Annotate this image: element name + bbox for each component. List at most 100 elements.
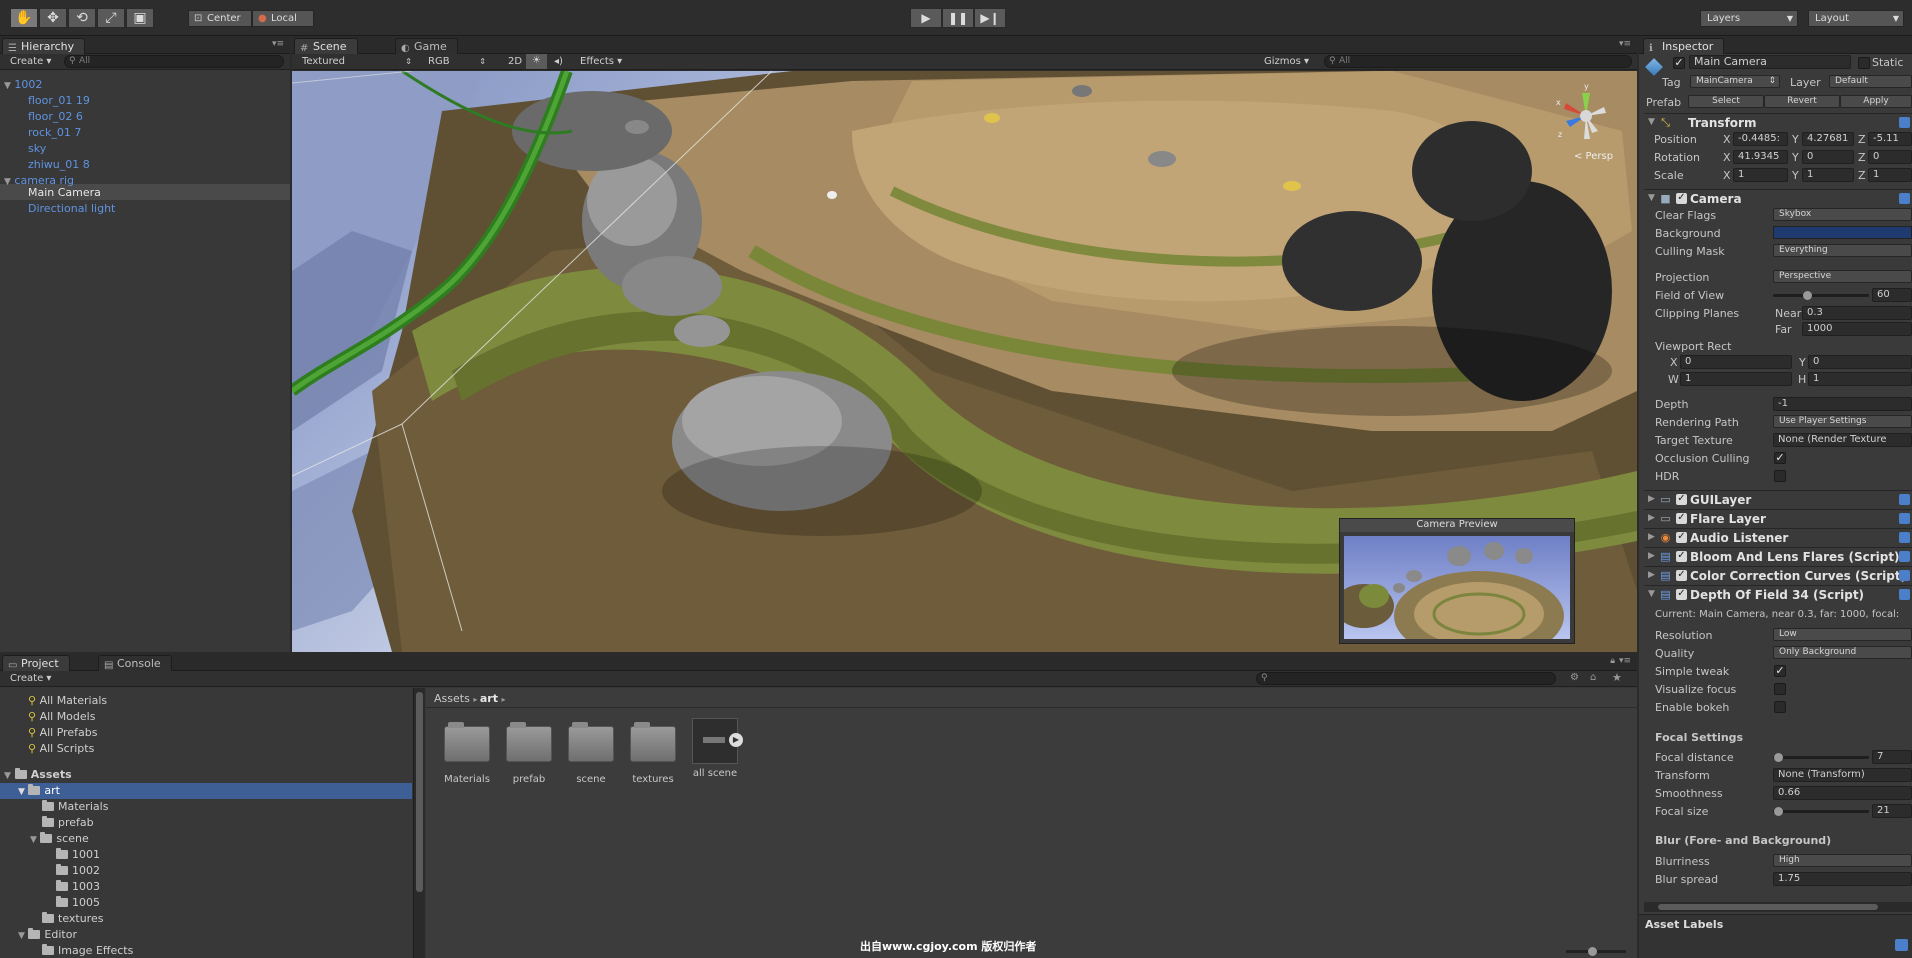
fold-arrow-icon[interactable]: ▶ xyxy=(1648,513,1655,523)
layout-dropdown[interactable]: Layout ▼ xyxy=(1808,10,1904,27)
zoom-slider-thumb[interactable] xyxy=(1588,947,1597,956)
scene-orientation-gizmo[interactable]: y z x < Persp xyxy=(1546,81,1626,165)
component-enabled-checkbox[interactable]: ✓ xyxy=(1676,589,1687,600)
prefab-select-button[interactable]: Select xyxy=(1688,95,1764,108)
breadcrumb-item[interactable]: art xyxy=(480,692,498,705)
project-create-dropdown[interactable]: Create ▾ xyxy=(4,672,57,686)
filter-type-icon[interactable]: ⚙ xyxy=(1570,672,1579,683)
enable-bokeh-checkbox[interactable] xyxy=(1774,701,1786,713)
static-checkbox[interactable] xyxy=(1858,57,1870,69)
hdr-checkbox[interactable] xyxy=(1774,470,1786,482)
active-checkbox[interactable]: ✓ xyxy=(1673,57,1685,69)
filter-label-icon[interactable]: ⌂ xyxy=(1590,672,1596,683)
label-tag-icon[interactable] xyxy=(1895,939,1908,951)
fold-arrow-icon[interactable]: ▼ xyxy=(1648,193,1655,203)
favorite-item[interactable]: ⚲ All Scripts xyxy=(28,742,94,755)
rect-tool-button[interactable]: ▣ xyxy=(126,8,154,28)
component-enabled-checkbox[interactable]: ✓ xyxy=(1676,532,1687,543)
scale-z-field[interactable]: 1 xyxy=(1868,168,1912,182)
transform-component-header[interactable]: ▼ ⤡ Transform xyxy=(1644,113,1912,131)
rendering-path-dropdown[interactable]: Use Player Settings xyxy=(1773,415,1912,428)
component-enabled-checkbox[interactable]: ✓ xyxy=(1676,570,1687,581)
resolution-dropdown[interactable]: Low xyxy=(1773,628,1912,641)
hierarchy-create-dropdown[interactable]: Create ▾ xyxy=(4,55,57,69)
hierarchy-item[interactable]: floor_01 19 xyxy=(28,94,90,107)
folder-item[interactable]: Materials xyxy=(42,800,108,813)
help-icon[interactable] xyxy=(1899,589,1910,600)
fold-arrow-icon[interactable]: ▶ xyxy=(1648,532,1655,542)
panel-menu-icon[interactable]: ▾≡ xyxy=(272,39,284,49)
focal-size-field[interactable]: 21 xyxy=(1872,804,1912,818)
prefab-apply-button[interactable]: Apply xyxy=(1840,95,1912,108)
focal-distance-slider-thumb[interactable] xyxy=(1773,753,1783,762)
occlusion-culling-checkbox[interactable]: ✓ xyxy=(1774,452,1786,464)
visualize-focus-checkbox[interactable] xyxy=(1774,683,1786,695)
persp-label[interactable]: < Persp xyxy=(1574,151,1613,162)
favorite-star-icon[interactable]: ★ xyxy=(1612,671,1622,684)
asset-folder[interactable]: scene xyxy=(564,722,618,785)
zoom-slider[interactable] xyxy=(1566,947,1626,956)
folder-item[interactable]: 1005 xyxy=(56,896,100,909)
rotation-x-field[interactable]: 41.9345 xyxy=(1733,150,1788,164)
favorite-item[interactable]: ⚲ All Prefabs xyxy=(28,726,98,739)
fold-arrow-icon[interactable]: ▶ xyxy=(1648,494,1655,504)
component-enabled-checkbox[interactable]: ✓ xyxy=(1676,513,1687,524)
help-icon[interactable] xyxy=(1899,532,1910,543)
folder-item[interactable]: 1001 xyxy=(56,848,100,861)
scene-viewport[interactable]: y z x < Persp Camera Preview xyxy=(292,71,1637,652)
project-search-input[interactable]: ⚲ xyxy=(1256,672,1556,685)
pause-button[interactable]: ❚❚ xyxy=(942,8,974,28)
tab-game[interactable]: ◐ Game xyxy=(395,38,458,54)
viewport-x-field[interactable]: 0 xyxy=(1680,355,1792,369)
tag-dropdown[interactable]: MainCamera ⇕ xyxy=(1690,75,1780,88)
hierarchy-search-input[interactable]: ⚲ All xyxy=(64,55,284,68)
panel-menu-icon[interactable]: ▾≡ xyxy=(1619,656,1631,666)
layers-dropdown[interactable]: Layers ▼ xyxy=(1700,10,1798,27)
tab-inspector[interactable]: ℹ Inspector xyxy=(1643,38,1725,54)
simple-tweak-checkbox[interactable]: ✓ xyxy=(1774,665,1786,677)
scale-y-field[interactable]: 1 xyxy=(1802,168,1854,182)
inspector-scrollbar-thumb[interactable] xyxy=(1658,904,1878,910)
asset-folder[interactable]: prefab xyxy=(502,722,556,785)
component-enabled-checkbox[interactable]: ✓ xyxy=(1676,494,1687,505)
panel-menu-icon[interactable]: ▾≡ xyxy=(1619,39,1631,49)
expand-arrow-icon[interactable]: ▼ xyxy=(4,81,11,91)
2d-toggle[interactable]: 2D xyxy=(502,55,528,69)
folder-item[interactable]: textures xyxy=(42,912,103,925)
hierarchy-item[interactable]: zhiwu_01 8 xyxy=(28,158,90,171)
expand-arrow-icon[interactable]: ▼ xyxy=(18,787,25,797)
tab-hierarchy[interactable]: ☰ Hierarchy xyxy=(2,38,86,54)
favorite-item[interactable]: ⚲ All Materials xyxy=(28,694,107,707)
folder-item[interactable]: ▼ scene xyxy=(30,832,89,845)
hierarchy-item[interactable]: sky xyxy=(28,142,46,155)
move-tool-button[interactable]: ✥ xyxy=(39,8,67,28)
folder-item[interactable]: 1002 xyxy=(56,864,100,877)
target-texture-field[interactable]: None (Render Texture xyxy=(1773,433,1912,447)
breadcrumb-item[interactable]: Assets xyxy=(434,692,470,705)
smoothness-field[interactable]: 0.66 xyxy=(1773,786,1912,800)
camera-component-header[interactable]: ▼ ■ ✓ Camera xyxy=(1644,189,1912,207)
favorite-item[interactable]: ⚲ All Models xyxy=(28,710,95,723)
expand-arrow-icon[interactable]: ▼ xyxy=(18,931,25,941)
play-button[interactable]: ▶ xyxy=(910,8,942,28)
hierarchy-item[interactable]: ▼ 1002 xyxy=(4,78,42,91)
lighting-toggle[interactable]: ☀ xyxy=(526,54,547,69)
projection-dropdown[interactable]: Perspective xyxy=(1773,270,1912,283)
folder-item-selected[interactable]: ▼ art xyxy=(18,784,60,797)
render-mode-dropdown[interactable]: Textured ⇕ xyxy=(296,55,416,69)
rotate-tool-button[interactable]: ⟲ xyxy=(68,8,96,28)
pivot-center-toggle[interactable]: ⊡ Center xyxy=(188,10,252,27)
gizmos-dropdown[interactable]: Gizmos ▾ xyxy=(1258,55,1315,69)
folder-item[interactable]: 1003 xyxy=(56,880,100,893)
scale-tool-button[interactable]: ⤢ xyxy=(97,8,125,28)
fold-arrow-icon[interactable]: ▼ xyxy=(1648,589,1655,599)
quality-dropdown[interactable]: Only Background xyxy=(1773,646,1912,659)
folder-item[interactable]: ▼ Editor xyxy=(18,928,77,941)
space-local-toggle[interactable]: ● Local xyxy=(252,10,314,27)
audio-toggle[interactable]: ◂) xyxy=(548,55,569,69)
fold-arrow-icon[interactable]: ▶ xyxy=(1648,551,1655,561)
flare-layer-component-header[interactable]: ▶ ▭ ✓ Flare Layer xyxy=(1644,509,1912,527)
help-icon[interactable] xyxy=(1899,570,1910,581)
color-mode-dropdown[interactable]: RGB ⇕ xyxy=(422,55,490,69)
help-icon[interactable] xyxy=(1899,513,1910,524)
